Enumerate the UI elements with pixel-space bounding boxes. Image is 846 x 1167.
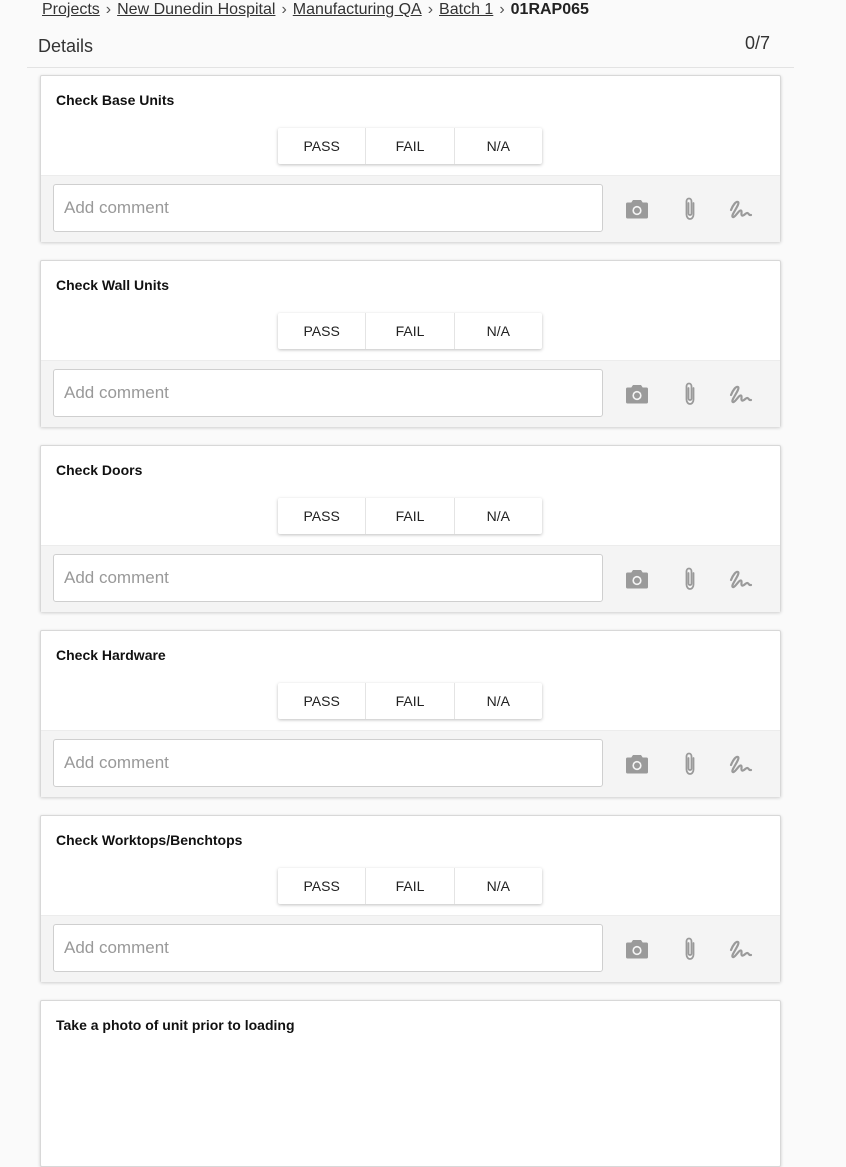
fail-button[interactable]: FAIL (366, 868, 455, 904)
check-card: Check Doors PASS FAIL N/A (40, 445, 781, 612)
check-card: Check Worktops/Benchtops PASS FAIL N/A (40, 815, 781, 982)
camera-icon[interactable] (624, 381, 650, 407)
comment-input[interactable] (53, 554, 603, 602)
check-title: Check Base Units (56, 92, 175, 108)
pass-button[interactable]: PASS (278, 128, 367, 164)
comment-row (41, 360, 780, 427)
comment-row (41, 730, 780, 797)
chevron-right-icon: › (499, 1, 505, 18)
paperclip-icon[interactable] (677, 196, 703, 222)
signature-icon[interactable] (728, 566, 754, 592)
comment-row (41, 175, 780, 242)
camera-icon[interactable] (624, 566, 650, 592)
fail-button[interactable]: FAIL (366, 128, 455, 164)
na-button[interactable]: N/A (455, 498, 542, 534)
details-header: Details 0/7 (27, 30, 794, 68)
check-card: Check Hardware PASS FAIL N/A (40, 630, 781, 797)
signature-icon[interactable] (728, 381, 754, 407)
signature-icon[interactable] (728, 936, 754, 962)
signature-icon[interactable] (728, 196, 754, 222)
signature-icon[interactable] (728, 751, 754, 777)
na-button[interactable]: N/A (455, 313, 542, 349)
breadcrumb-projects[interactable]: Projects (42, 1, 100, 19)
breadcrumb-current: 01RAP065 (510, 1, 589, 18)
breadcrumb-batch[interactable]: Batch 1 (439, 1, 493, 19)
result-selector: PASS FAIL N/A (278, 313, 542, 349)
comment-input[interactable] (53, 184, 603, 232)
result-selector: PASS FAIL N/A (278, 868, 542, 904)
check-title: Check Doors (56, 462, 143, 478)
na-button[interactable]: N/A (455, 868, 542, 904)
camera-icon[interactable] (624, 196, 650, 222)
camera-icon[interactable] (624, 936, 650, 962)
comment-row (41, 915, 780, 982)
check-card: Take a photo of unit prior to loading (40, 1000, 781, 1167)
fail-button[interactable]: FAIL (366, 313, 455, 349)
pass-button[interactable]: PASS (278, 683, 367, 719)
paperclip-icon[interactable] (677, 566, 703, 592)
result-selector: PASS FAIL N/A (278, 128, 542, 164)
progress-count: 0/7 (744, 33, 770, 53)
check-card: Check Base Units PASS FAIL N/A (40, 75, 781, 242)
chevron-right-icon: › (105, 1, 112, 18)
chevron-right-icon: › (281, 1, 287, 18)
details-title: Details (38, 36, 94, 56)
breadcrumb: Projects › New Dunedin Hospital › Manufa… (42, 0, 589, 20)
check-card: Check Wall Units PASS FAIL N/A (40, 260, 781, 427)
comment-row (41, 545, 780, 612)
result-selector: PASS FAIL N/A (278, 498, 542, 534)
fail-button[interactable]: FAIL (366, 498, 455, 534)
pass-button[interactable]: PASS (278, 868, 367, 904)
fail-button[interactable]: FAIL (366, 683, 455, 719)
result-selector: PASS FAIL N/A (278, 683, 542, 719)
check-title: Take a photo of unit prior to loading (56, 1017, 295, 1033)
camera-icon[interactable] (624, 751, 650, 777)
paperclip-icon[interactable] (677, 936, 703, 962)
comment-input[interactable] (53, 739, 603, 787)
na-button[interactable]: N/A (455, 683, 542, 719)
comment-input[interactable] (53, 924, 603, 972)
pass-button[interactable]: PASS (278, 498, 367, 534)
paperclip-icon[interactable] (677, 751, 703, 777)
paperclip-icon[interactable] (677, 381, 703, 407)
breadcrumb-project[interactable]: New Dunedin Hospital (117, 1, 275, 19)
breadcrumb-qa[interactable]: Manufacturing QA (293, 1, 422, 19)
check-title: Check Wall Units (56, 277, 170, 293)
comment-input[interactable] (53, 369, 603, 417)
check-title: Check Hardware (56, 647, 166, 663)
pass-button[interactable]: PASS (278, 313, 367, 349)
na-button[interactable]: N/A (455, 128, 542, 164)
chevron-right-icon: › (427, 1, 434, 18)
check-title: Check Worktops/Benchtops (56, 832, 243, 848)
